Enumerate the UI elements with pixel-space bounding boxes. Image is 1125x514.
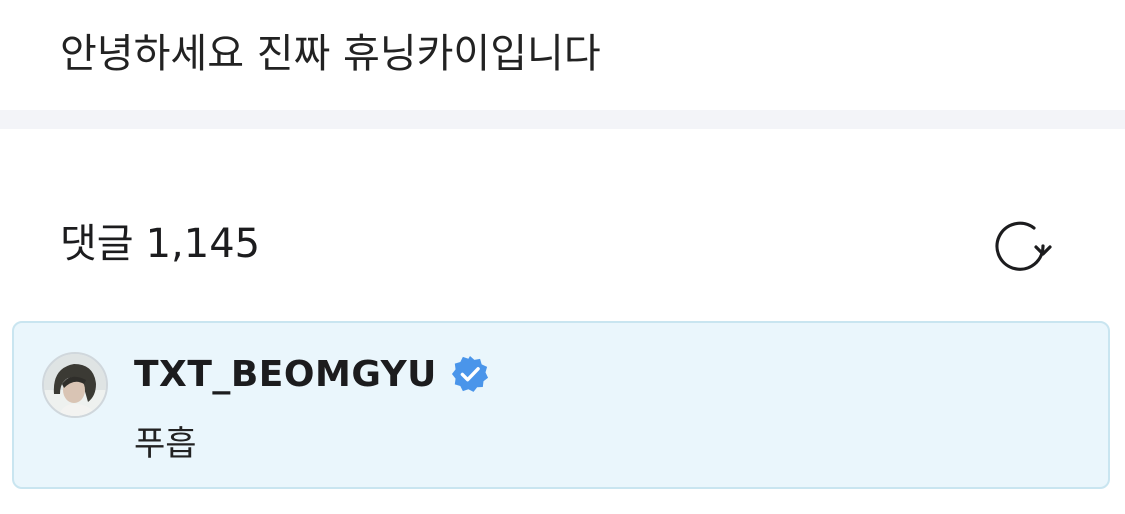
comment-author-row: TXT_BEOMGYU [134, 349, 489, 399]
comments-label: 댓글 [60, 221, 134, 267]
post-text: 안녕하세요 진짜 휴닝카이입니다 [60, 31, 601, 77]
comment-text: 푸흡 [134, 424, 197, 464]
post-body: 안녕하세요 진짜 휴닝카이입니다 [0, 0, 1125, 110]
comments-count-title: 댓글 1,145 [60, 218, 260, 270]
verified-badge-icon [451, 355, 489, 393]
section-divider [0, 110, 1125, 129]
refresh-button[interactable] [990, 216, 1052, 278]
comment-author[interactable]: TXT_BEOMGYU [134, 354, 437, 395]
comments-count: 1,145 [145, 221, 261, 267]
highlighted-comment[interactable]: TXT_BEOMGYU 푸흡 [12, 321, 1110, 489]
comments-header: 댓글 1,145 [0, 129, 1125, 319]
refresh-icon [995, 221, 1052, 271]
avatar[interactable] [42, 352, 108, 418]
